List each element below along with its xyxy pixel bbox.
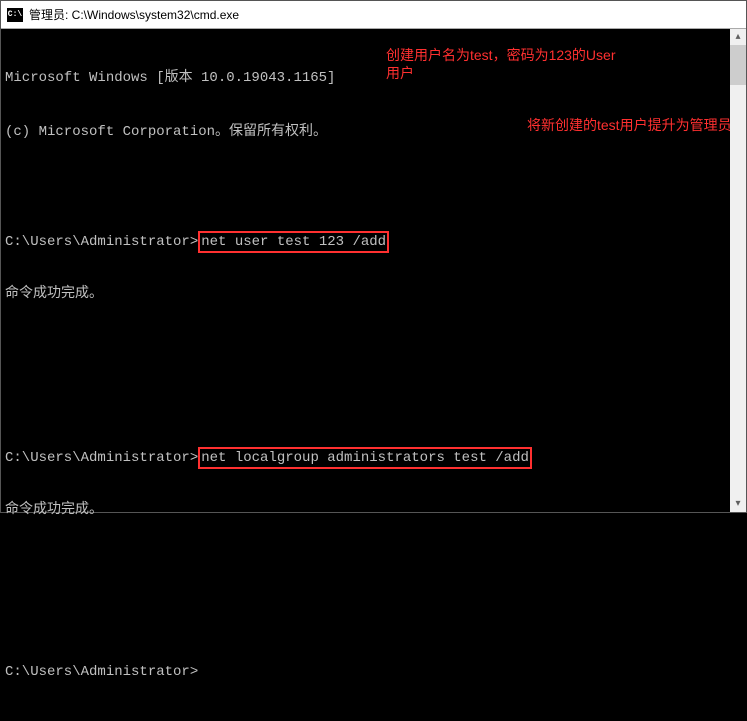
command-1-box: net user test 123 /add	[198, 231, 389, 253]
scroll-thumb[interactable]	[730, 45, 746, 85]
cmd-window: C:\ 管理员: C:\Windows\system32\cmd.exe Mic…	[0, 0, 747, 513]
blank-line	[5, 177, 742, 195]
prompt-path: C:\Users\Administrator>	[5, 234, 198, 250]
window-title: 管理员: C:\Windows\system32\cmd.exe	[29, 6, 239, 23]
success-line-2: 命令成功完成。	[5, 501, 742, 519]
scroll-down-button[interactable]: ▾	[730, 496, 746, 512]
blank-line	[5, 393, 742, 411]
prompt-line-3: C:\Users\Administrator>	[5, 663, 742, 681]
prompt-line-2: C:\Users\Administrator>net localgroup ad…	[5, 447, 742, 465]
blank-line	[5, 555, 742, 573]
scroll-up-button[interactable]: ▴	[730, 29, 746, 45]
cmd-icon: C:\	[7, 8, 23, 22]
prompt-path: C:\Users\Administrator>	[5, 450, 198, 466]
vertical-scrollbar[interactable]: ▴ ▾	[730, 29, 746, 512]
blank-line	[5, 339, 742, 357]
header-line: Microsoft Windows [版本 10.0.19043.1165]	[5, 69, 742, 87]
titlebar[interactable]: C:\ 管理员: C:\Windows\system32\cmd.exe	[1, 1, 746, 29]
annotation-1: 创建用户名为test，密码为123的User用户	[386, 46, 616, 82]
annotation-2: 将新创建的test用户提升为管理员	[527, 116, 747, 134]
prompt-line-1: C:\Users\Administrator>net user test 123…	[5, 231, 742, 249]
prompt-path: C:\Users\Administrator>	[5, 664, 198, 680]
command-2-box: net localgroup administrators test /add	[198, 447, 532, 469]
success-line-1: 命令成功完成。	[5, 285, 742, 303]
blank-line	[5, 609, 742, 627]
